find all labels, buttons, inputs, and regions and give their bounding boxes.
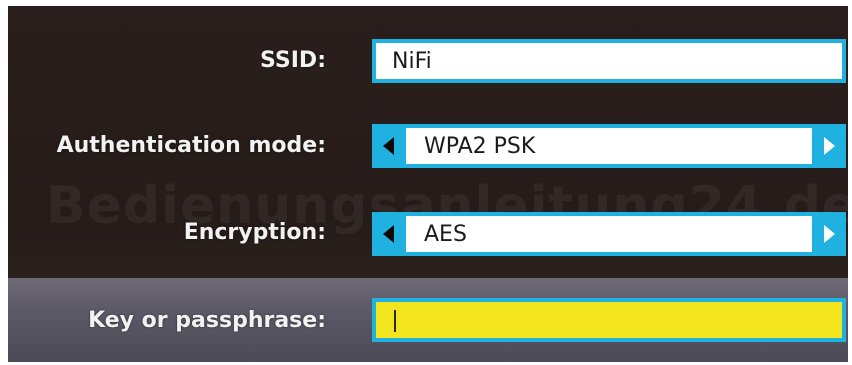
key-label: Key or passphrase: (88, 308, 326, 333)
ssid-field[interactable]: NiFi (372, 39, 846, 83)
auth-mode-prev-button[interactable] (372, 124, 406, 168)
auth-mode-next-button[interactable] (812, 124, 846, 168)
encryption-next-button[interactable] (812, 212, 846, 256)
arrow-left-icon (383, 137, 394, 155)
auth-mode-label: Authentication mode: (56, 133, 326, 158)
key-input[interactable] (372, 298, 846, 342)
text-cursor (394, 310, 396, 332)
ssid-value: NiFi (392, 49, 432, 74)
encryption-label: Encryption: (183, 220, 326, 245)
arrow-left-icon (383, 225, 394, 243)
encryption-value: AES (424, 222, 467, 247)
auth-mode-value: WPA2 PSK (424, 134, 536, 159)
encryption-selector[interactable]: AES (372, 212, 846, 256)
ssid-row: SSID: NiFi (8, 6, 848, 116)
key-row: Key or passphrase: (8, 278, 848, 362)
encryption-prev-button[interactable] (372, 212, 406, 256)
arrow-right-icon (824, 137, 835, 155)
ssid-label: SSID: (260, 48, 326, 73)
auth-mode-selector[interactable]: WPA2 PSK (372, 124, 846, 168)
auth-mode-row: Authentication mode: WPA2 PSK (8, 116, 848, 204)
encryption-row: Encryption: AES (8, 204, 848, 278)
arrow-right-icon (824, 225, 835, 243)
wifi-settings-screen: Bedienungsanleitung24.de SSID: NiFi Auth… (8, 6, 848, 362)
